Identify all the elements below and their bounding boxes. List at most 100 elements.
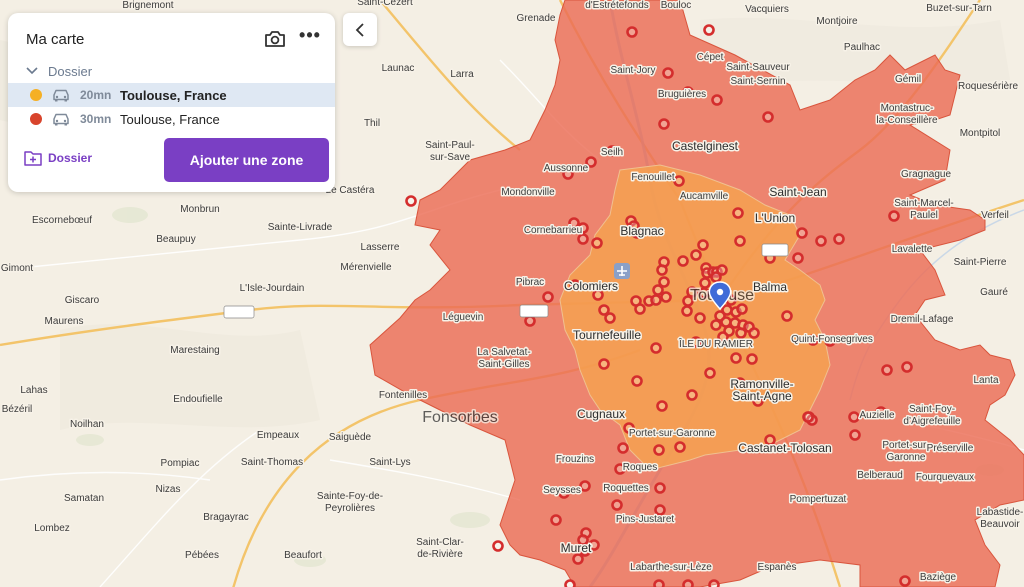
place-label: Saint-Sernin: [730, 76, 785, 87]
place-label: Saint-Jean: [769, 185, 826, 199]
poi-marker[interactable]: [694, 312, 706, 324]
poi-marker[interactable]: [720, 316, 732, 328]
poi-marker[interactable]: [674, 441, 686, 453]
poi-marker[interactable]: [617, 442, 629, 454]
poi-marker[interactable]: [611, 499, 623, 511]
poi-marker[interactable]: [524, 315, 536, 327]
place-label: Saint-Jory: [610, 65, 655, 76]
poi-marker[interactable]: [686, 389, 698, 401]
poi-marker[interactable]: [654, 482, 666, 494]
place-label: Aucamville: [680, 191, 729, 202]
place-label: Maurens: [45, 316, 84, 327]
place-label: Endoufielle: [173, 394, 223, 405]
poi-marker[interactable]: [734, 235, 746, 247]
poi-marker[interactable]: [542, 291, 554, 303]
poi-marker[interactable]: [792, 252, 804, 264]
camera-icon[interactable]: [264, 30, 286, 48]
poi-marker[interactable]: [690, 249, 702, 261]
place-label: Saint-Sauveur: [726, 62, 790, 73]
poi-marker[interactable]: [703, 24, 715, 36]
poi-marker[interactable]: [660, 291, 672, 303]
poi-marker[interactable]: [708, 579, 720, 587]
poi-marker[interactable]: [656, 400, 668, 412]
place-label: Blagnac: [620, 224, 663, 238]
place-label: Pompiac: [161, 458, 200, 469]
poi-marker[interactable]: [710, 271, 722, 283]
poi-marker[interactable]: [682, 579, 694, 587]
place-label: Balma: [753, 280, 787, 294]
poi-marker[interactable]: [697, 239, 709, 251]
place-label: Labastide-Beauvoir: [977, 507, 1024, 530]
poi-marker[interactable]: [673, 175, 685, 187]
poi-marker[interactable]: [901, 361, 913, 373]
road-shield-n124: [223, 305, 255, 319]
airport-icon: [614, 263, 630, 279]
poi-marker[interactable]: [899, 575, 911, 587]
poi-marker[interactable]: [748, 327, 760, 339]
poi-marker[interactable]: [604, 312, 616, 324]
poi-marker[interactable]: [677, 255, 689, 267]
place-label: Saint-Cézert: [357, 0, 413, 8]
poi-marker[interactable]: [736, 303, 748, 315]
poi-marker[interactable]: [662, 67, 674, 79]
car-icon: [53, 89, 69, 102]
poi-marker[interactable]: [598, 358, 610, 370]
poi-marker[interactable]: [710, 319, 722, 331]
place-label: Fenouillet: [631, 172, 675, 183]
more-options-icon[interactable]: •••: [299, 26, 321, 48]
place-label: Lahas: [20, 385, 47, 396]
poi-marker[interactable]: [848, 411, 860, 423]
chevron-down-icon[interactable]: [26, 66, 38, 76]
poi-marker[interactable]: [888, 210, 900, 222]
poi-marker[interactable]: [656, 264, 668, 276]
place-label: Castanet-Tolosan: [738, 441, 831, 455]
poi-marker[interactable]: [653, 579, 665, 587]
folder-plus-icon: [24, 151, 42, 166]
place-label: Roquettes: [603, 483, 649, 494]
poi-marker[interactable]: [653, 444, 665, 456]
poi-marker[interactable]: [781, 310, 793, 322]
poi-marker[interactable]: [650, 342, 662, 354]
poi-marker[interactable]: [681, 305, 693, 317]
place-label: Cugnaux: [577, 407, 625, 421]
poi-marker[interactable]: [579, 480, 591, 492]
folder-row[interactable]: Dossier: [26, 62, 92, 80]
poi-marker[interactable]: [762, 111, 774, 123]
poi-marker[interactable]: [730, 352, 742, 364]
place-label: Sainte-Livrade: [268, 222, 333, 233]
poi-marker[interactable]: [815, 235, 827, 247]
poi-marker[interactable]: [658, 118, 670, 130]
poi-marker[interactable]: [849, 429, 861, 441]
place-label: La Salvetat-Saint-Gilles: [477, 347, 530, 370]
poi-marker[interactable]: [634, 303, 646, 315]
poi-marker[interactable]: [711, 94, 723, 106]
poi-marker[interactable]: [572, 553, 584, 565]
poi-marker[interactable]: [550, 514, 562, 526]
place-label: Mérenvielle: [340, 262, 392, 273]
add-folder-button[interactable]: Dossier: [24, 150, 92, 166]
zone-row-20mn[interactable]: 20mn Toulouse, France: [8, 83, 335, 107]
collapse-panel-button[interactable]: [343, 13, 377, 46]
poi-marker[interactable]: [652, 284, 664, 296]
poi-marker[interactable]: [405, 195, 417, 207]
poi-marker[interactable]: [650, 294, 662, 306]
zone-row-30mn[interactable]: 30mn Toulouse, France: [8, 107, 335, 131]
poi-marker[interactable]: [746, 353, 758, 365]
poi-marker[interactable]: [626, 26, 638, 38]
poi-marker[interactable]: [796, 227, 808, 239]
poi-marker[interactable]: [631, 375, 643, 387]
poi-marker[interactable]: [704, 367, 716, 379]
place-label: L'Union: [755, 211, 795, 225]
poi-marker[interactable]: [833, 233, 845, 245]
poi-marker[interactable]: [802, 411, 814, 423]
place-label: Fonsorbes: [422, 409, 498, 426]
poi-marker[interactable]: [732, 207, 744, 219]
poi-marker[interactable]: [881, 364, 893, 376]
poi-marker[interactable]: [591, 237, 603, 249]
poi-marker[interactable]: [564, 579, 576, 587]
add-folder-label: Dossier: [48, 151, 93, 165]
poi-marker[interactable]: [492, 540, 504, 552]
add-zone-button[interactable]: Ajouter une zone: [164, 138, 329, 182]
car-icon: [53, 113, 69, 126]
poi-marker[interactable]: [735, 327, 747, 339]
